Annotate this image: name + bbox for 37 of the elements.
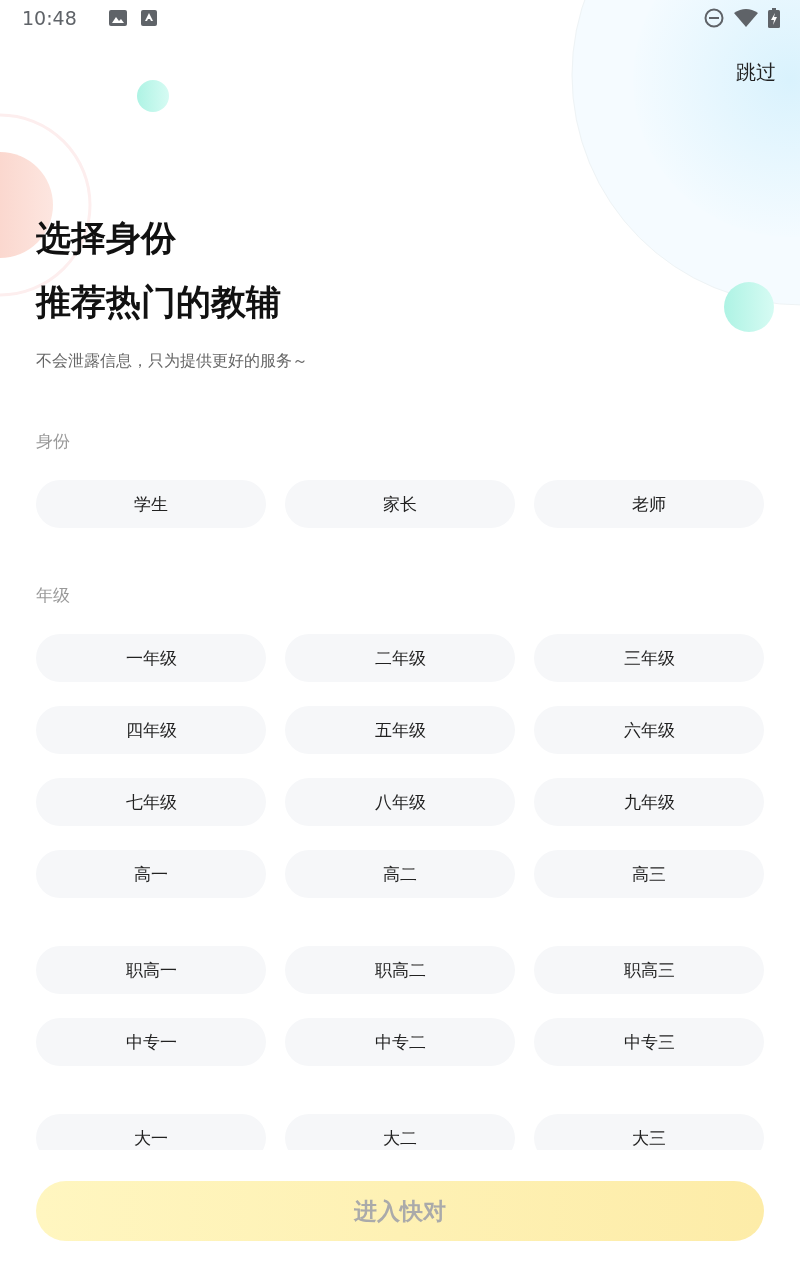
do-not-disturb-icon (704, 8, 724, 28)
option-chip[interactable]: 大三 (534, 1114, 764, 1150)
option-chip[interactable]: 六年级 (534, 706, 764, 754)
battery-icon (768, 8, 780, 28)
option-chip[interactable]: 职高一 (36, 946, 266, 994)
option-chip[interactable]: 职高二 (285, 946, 515, 994)
option-chip[interactable]: 五年级 (285, 706, 515, 754)
option-chip[interactable]: 高二 (285, 850, 515, 898)
option-chip[interactable]: 大一 (36, 1114, 266, 1150)
option-chip[interactable]: 三年级 (534, 634, 764, 682)
option-chip[interactable]: 职高三 (534, 946, 764, 994)
option-chip[interactable]: 中专二 (285, 1018, 515, 1066)
option-chip[interactable]: 学生 (36, 480, 266, 528)
option-chip[interactable]: 四年级 (36, 706, 266, 754)
skip-button[interactable]: 跳过 (736, 58, 776, 86)
page-title: 选择身份 (36, 217, 176, 260)
option-chip[interactable]: 中专一 (36, 1018, 266, 1066)
option-chip[interactable]: 家长 (285, 480, 515, 528)
section-label: 身份 (36, 430, 70, 453)
bubble-decoration (137, 80, 169, 112)
option-chip[interactable]: 九年级 (534, 778, 764, 826)
font-icon (140, 10, 157, 26)
status-time: 10:48 (22, 7, 77, 29)
option-chip[interactable]: 老师 (534, 480, 764, 528)
option-chip[interactable]: 高一 (36, 850, 266, 898)
option-chip[interactable]: 中专三 (534, 1018, 764, 1066)
option-chip[interactable]: 大二 (285, 1114, 515, 1150)
option-chip[interactable]: 高三 (534, 850, 764, 898)
image-icon (108, 10, 127, 26)
section-label: 年级 (36, 584, 70, 607)
option-chip[interactable]: 一年级 (36, 634, 266, 682)
wifi-icon (734, 9, 758, 27)
option-chip[interactable]: 八年级 (285, 778, 515, 826)
option-chip[interactable]: 七年级 (36, 778, 266, 826)
page-title: 推荐热门的教辅 (36, 281, 281, 324)
subtitle: 不会泄露信息，只为提供更好的服务～ (36, 350, 308, 372)
option-chip[interactable]: 二年级 (285, 634, 515, 682)
